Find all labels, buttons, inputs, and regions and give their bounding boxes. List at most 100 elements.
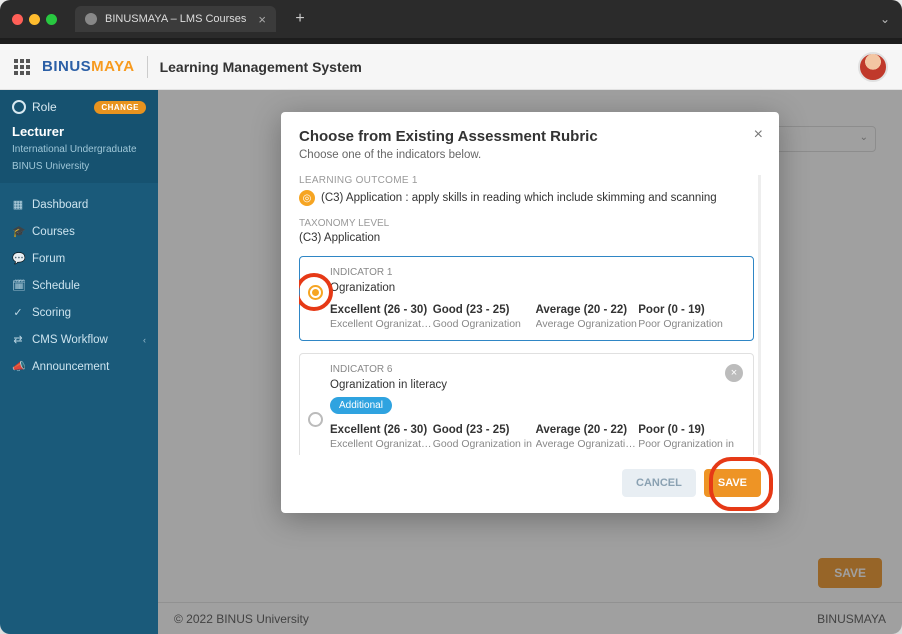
app-viewport: BINUSMAYA Learning Management System Rol… [0,44,902,634]
sidebar: Role CHANGE Lecturer International Under… [0,90,158,634]
sidebar-item-label: Dashboard [32,199,88,211]
level-desc: Excellent Ogranization [330,318,433,330]
level-title: Good (23 - 25) [433,424,536,436]
indicator-title: Ogranization in literacy [330,379,741,391]
divider [147,56,148,78]
sidebar-item-announcement[interactable]: 📣 Announcement [0,353,158,380]
role-name: Lecturer [12,124,146,139]
tab-overflow-icon[interactable]: ⌄ [880,12,890,26]
sidebar-item-label: Courses [32,226,75,238]
level-average: Average (20 - 22) Average Ogranization in [536,424,639,450]
browser-tab[interactable]: BINUSMAYA – LMS Courses × [75,6,276,32]
browser-window: BINUSMAYA – LMS Courses × + ⌄ BINUSMAYA … [0,0,902,634]
sidebar-item-label: CMS Workflow [32,334,108,346]
radio-unselected[interactable] [308,412,323,427]
change-role-button[interactable]: CHANGE [94,101,146,114]
level-poor: Poor (0 - 19) Poor Ogranization [638,304,741,330]
indicator-title: Ogranization [330,282,741,294]
level-desc: Poor Ogranization [638,318,741,330]
role-label: Role [32,100,57,114]
level-desc: Excellent Ogranization [330,438,433,450]
minimize-window-icon[interactable] [29,14,40,25]
callout-ring-icon [713,461,769,507]
role-sub2: BINUS University [12,160,146,173]
brand-logo: BINUSMAYA [42,58,135,75]
level-desc: Average Ogranization [536,318,639,330]
sidebar-item-schedule[interactable]: 🗓 Schedule [0,272,158,299]
close-tab-icon[interactable]: × [258,12,266,27]
rubric-modal: × Choose from Existing Assessment Rubric… [281,112,779,513]
indicator-card[interactable]: × INDICATOR 6 Ogranization in literacy A… [299,353,754,455]
scoring-icon: ✓ [12,306,24,319]
chevron-left-icon: ‹ [143,335,146,345]
additional-badge: Additional [330,397,392,414]
maximize-window-icon[interactable] [46,14,57,25]
sidebar-item-label: Forum [32,253,65,265]
level-good: Good (23 - 25)Good Ogranization [433,304,536,330]
modal-title: Choose from Existing Assessment Rubric [299,128,761,145]
close-window-icon[interactable] [12,14,23,25]
sidebar-item-label: Announcement [32,361,109,373]
modal-actions: CANCEL SAVE [299,469,761,497]
courses-icon: 🎓 [12,225,24,238]
taxonomy-value: (C3) Application [299,232,754,244]
modal-overlay: × Choose from Existing Assessment Rubric… [158,90,902,634]
level-title: Poor (0 - 19) [638,424,741,436]
taxonomy-label: TAXONOMY LEVEL [299,218,754,229]
level-title: Excellent (26 - 30) [330,304,433,316]
level-title: Excellent (26 - 30) [330,424,433,436]
sidebar-item-courses[interactable]: 🎓 Courses [0,218,158,245]
window-controls [12,14,57,25]
favicon-icon [85,13,97,25]
level-desc: Good Ogranization in [433,438,536,450]
levels-row: Excellent (26 - 30) Excellent Ogranizatio… [330,304,741,330]
apps-grid-icon[interactable] [14,59,30,75]
level-title: Average (20 - 22) [536,304,639,316]
app-body: Role CHANGE Lecturer International Under… [0,90,902,634]
tab-title: BINUSMAYA – LMS Courses [105,13,246,25]
browser-chrome: BINUSMAYA – LMS Courses × + ⌄ [0,0,902,38]
level-title: Poor (0 - 19) [638,304,741,316]
indicator-label: INDICATOR 1 [330,267,741,278]
new-tab-button[interactable]: + [290,10,310,28]
remove-icon[interactable]: × [725,364,743,382]
indicator-label: INDICATOR 6 [330,364,741,375]
role-icon [12,100,26,114]
nav: ▦ Dashboard 🎓 Courses 💬 Forum 🗓 Schedule ✓ Sc… [0,183,158,388]
close-icon[interactable]: × [754,126,763,144]
level-desc: Average Ogranization in [536,438,639,450]
level-average: Average (20 - 22) Average Ogranization [536,304,639,330]
levels-row: Excellent (26 - 30) Excellent Ogranizatio… [330,424,741,450]
radio-selected[interactable] [308,285,323,300]
modal-scroll[interactable]: LEARNING OUTCOME 1 ◎ (C3) Application : … [299,175,761,455]
role-sub1: International Undergraduate [12,143,146,156]
sidebar-item-cms-workflow[interactable]: ⇄ CMS Workflow ‹ [0,326,158,353]
sidebar-item-dashboard[interactable]: ▦ Dashboard [0,191,158,218]
announcement-icon: 📣 [12,360,24,373]
cancel-button[interactable]: CANCEL [622,469,696,497]
level-excellent: Excellent (26 - 30) Excellent Ogranizatio… [330,304,433,330]
avatar[interactable] [858,52,888,82]
sidebar-item-forum[interactable]: 💬 Forum [0,245,158,272]
system-title: Learning Management System [160,59,362,75]
level-desc: Poor Ogranization in [638,438,741,450]
level-title: Good (23 - 25) [433,304,536,316]
sidebar-item-scoring[interactable]: ✓ Scoring [0,299,158,326]
sidebar-item-label: Scoring [32,307,71,319]
modal-subtitle: Choose one of the indicators below. [299,149,761,161]
schedule-icon: 🗓 [12,279,24,292]
logo-part1: BINUS [42,58,91,75]
level-excellent: Excellent (26 - 30) Excellent Ogranizatio… [330,424,433,450]
top-bar: BINUSMAYA Learning Management System [0,44,902,90]
level-title: Average (20 - 22) [536,424,639,436]
main-content: ⌄ SAVE © 2022 BINUS University BINUSMAYA… [158,90,902,634]
workflow-icon: ⇄ [12,333,24,346]
logo-part2: MAYA [91,58,134,75]
target-icon: ◎ [299,190,315,206]
forum-icon: 💬 [12,252,24,265]
learning-outcome-label: LEARNING OUTCOME 1 [299,175,754,186]
level-poor: Poor (0 - 19) Poor Ogranization in [638,424,741,450]
sidebar-item-label: Schedule [32,280,80,292]
indicator-card[interactable]: INDICATOR 1 Ogranization Excellent (26 -… [299,256,754,341]
dashboard-icon: ▦ [12,198,24,211]
